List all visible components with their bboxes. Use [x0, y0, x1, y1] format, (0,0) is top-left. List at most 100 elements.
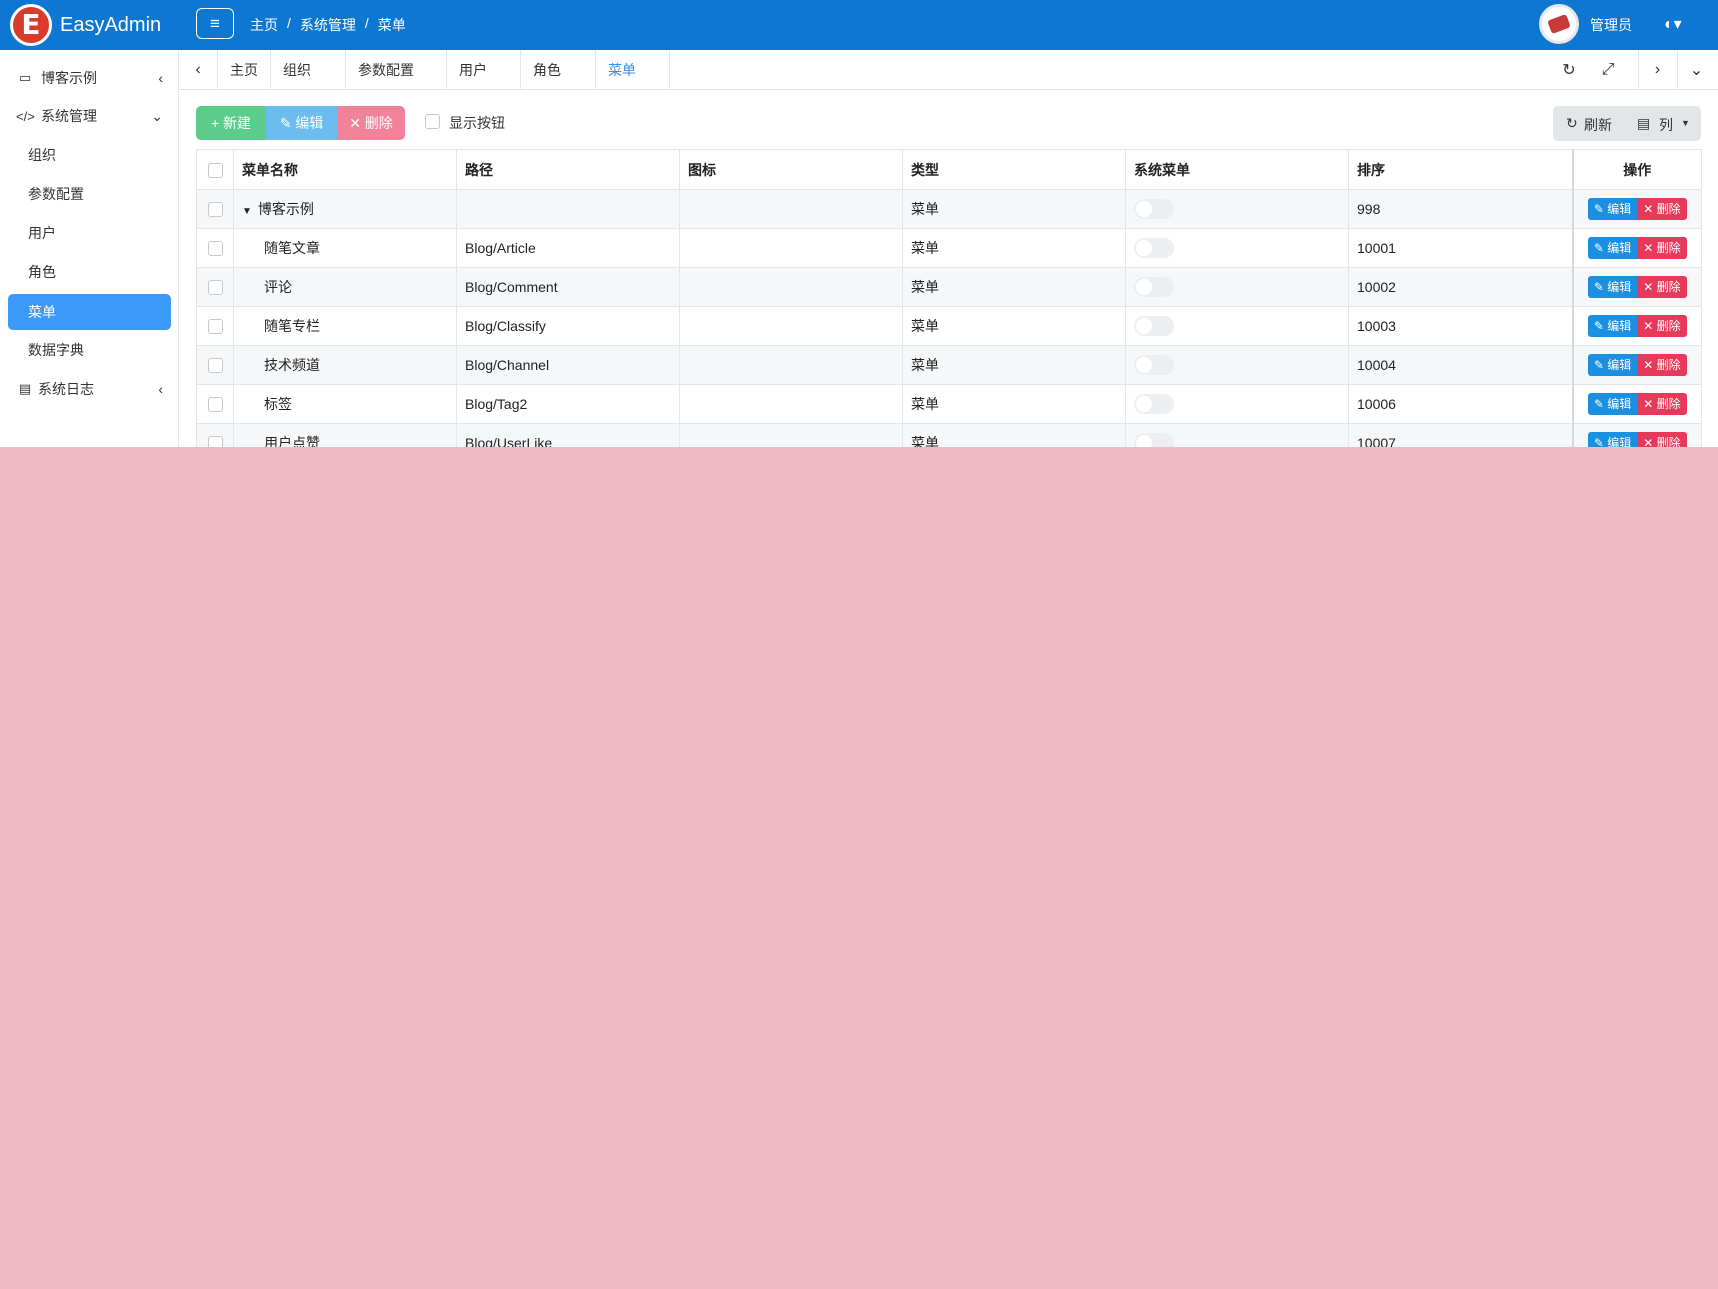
tab-menu[interactable]: 菜单: [596, 50, 670, 90]
breadcrumb-current: 菜单: [377, 17, 406, 33]
sidebar-item-params[interactable]: 参数配置: [0, 176, 179, 212]
col-header-name[interactable]: 菜单名称: [233, 149, 457, 190]
show-buttons-checkbox[interactable]: [425, 114, 440, 129]
row-edit-button[interactable]: ✎ 编辑: [1587, 393, 1638, 415]
tab-scroll-right-button[interactable]: ›: [1638, 50, 1676, 90]
table-header-row: 菜单名称 路径 图标 类型 系统菜单 排序 操作: [196, 149, 1702, 190]
delete-button[interactable]: ✕ 删除: [337, 106, 405, 140]
sidebar-item-dictionary[interactable]: 数据字典: [0, 332, 179, 368]
sidebar-item-logs[interactable]: ▤ 系统日志 ‹: [0, 371, 179, 407]
breadcrumb-home[interactable]: 主页: [250, 15, 278, 35]
fullscreen-button[interactable]: ⤢: [1589, 50, 1627, 90]
row-checkbox[interactable]: [207, 319, 223, 335]
row-checkbox[interactable]: [207, 358, 223, 374]
sidebar-item-menu[interactable]: 菜单: [8, 294, 171, 330]
row-delete-label: 删除: [1656, 319, 1681, 333]
system-menu-toggle[interactable]: [1134, 199, 1174, 219]
edit-button[interactable]: ✎ 编辑: [266, 106, 337, 140]
col-header-icon[interactable]: 图标: [679, 149, 903, 190]
row-select-cell: [196, 228, 234, 268]
username[interactable]: 管理员: [1590, 15, 1632, 35]
table-row: 技术频道 Blog/Channel 菜单 10004 ✎ 编辑 ✕ 删除: [196, 345, 1702, 385]
sidebar-item-label: 数据字典: [28, 342, 84, 358]
tab-scroll-left-button[interactable]: ‹: [179, 50, 217, 90]
row-delete-label: 删除: [1656, 280, 1681, 294]
tab-users[interactable]: 用户: [447, 50, 521, 90]
row-delete-button[interactable]: ✕ 删除: [1637, 315, 1687, 337]
row-edit-button[interactable]: ✎ 编辑: [1587, 354, 1638, 376]
columns-button[interactable]: 列: [1659, 115, 1673, 135]
refresh-button[interactable]: 刷新: [1584, 115, 1612, 135]
system-cell: [1125, 228, 1349, 268]
sidebar-item-blog-demo[interactable]: ▭ 博客示例 ‹: [0, 60, 179, 96]
refresh-tab-button[interactable]: ↻: [1550, 50, 1588, 90]
new-button[interactable]: + 新建: [196, 106, 266, 140]
row-edit-button[interactable]: ✎ 编辑: [1587, 315, 1638, 337]
icon-cell: [679, 306, 903, 346]
chevron-left-icon: ‹: [158, 381, 163, 397]
tab-home[interactable]: 主页: [217, 50, 271, 90]
menu-toggle-button[interactable]: ≡: [196, 8, 234, 39]
row-edit-button[interactable]: ✎ 编辑: [1587, 432, 1638, 447]
row-delete-label: 删除: [1656, 436, 1681, 447]
row-delete-button[interactable]: ✕ 删除: [1637, 432, 1687, 447]
sidebar-item-org[interactable]: 组织: [0, 137, 179, 173]
system-menu-toggle[interactable]: [1134, 394, 1174, 414]
row-checkbox[interactable]: [207, 202, 223, 218]
tab-label: 用户: [459, 62, 487, 78]
caret-down-icon[interactable]: ▼: [242, 206, 252, 217]
row-checkbox[interactable]: [207, 241, 223, 257]
actions-cell: ✎ 编辑 ✕ 删除: [1571, 306, 1702, 346]
avatar[interactable]: [1539, 4, 1579, 44]
row-select-cell: [196, 423, 234, 447]
sidebar-item-roles[interactable]: 角色: [0, 254, 179, 290]
theme-toggle-icon[interactable]: ◐▾: [1664, 14, 1682, 34]
tab-roles[interactable]: 角色: [521, 50, 596, 90]
actions-cell: ✎ 编辑 ✕ 删除: [1571, 228, 1702, 268]
system-menu-toggle[interactable]: [1134, 238, 1174, 258]
tab-menu-dropdown-button[interactable]: ⌄: [1677, 50, 1715, 90]
row-edit-button[interactable]: ✎ 编辑: [1587, 198, 1638, 220]
row-edit-button[interactable]: ✎ 编辑: [1587, 276, 1638, 298]
row-delete-button[interactable]: ✕ 删除: [1637, 237, 1687, 259]
edit-icon: ✎: [1593, 358, 1608, 372]
icon-cell: [679, 384, 903, 424]
chevron-left-icon: ‹: [158, 70, 163, 86]
system-menu-toggle[interactable]: [1134, 277, 1174, 297]
row-checkbox[interactable]: [207, 436, 223, 447]
row-delete-button[interactable]: ✕ 删除: [1637, 198, 1687, 220]
breadcrumb-system[interactable]: 系统管理: [300, 15, 356, 35]
tab-label: 参数配置: [358, 62, 414, 78]
tab-params[interactable]: 参数配置: [346, 50, 447, 90]
col-header-sort[interactable]: 排序: [1348, 149, 1573, 190]
actions-cell: ✎ 编辑 ✕ 删除: [1571, 189, 1702, 229]
refresh-icon: ↻: [1566, 115, 1578, 131]
row-delete-button[interactable]: ✕ 删除: [1637, 276, 1687, 298]
row-delete-button[interactable]: ✕ 删除: [1637, 354, 1687, 376]
row-checkbox[interactable]: [207, 397, 223, 413]
row-delete-button[interactable]: ✕ 删除: [1637, 393, 1687, 415]
col-header-path[interactable]: 路径: [456, 149, 680, 190]
sidebar-item-users[interactable]: 用户: [0, 215, 179, 251]
system-menu-toggle[interactable]: [1134, 433, 1174, 447]
system-menu-toggle[interactable]: [1134, 316, 1174, 336]
system-menu-toggle[interactable]: [1134, 355, 1174, 375]
row-delete-label: 删除: [1656, 241, 1681, 255]
tab-org[interactable]: 组织: [271, 50, 346, 90]
close-icon: ✕: [1643, 358, 1657, 372]
row-checkbox[interactable]: [207, 280, 223, 296]
columns-icon: ▤: [1637, 115, 1651, 131]
row-edit-button[interactable]: ✎ 编辑: [1587, 237, 1638, 259]
row-edit-label: 编辑: [1607, 358, 1632, 372]
sidebar-item-system[interactable]: </> 系统管理 ⌄: [0, 98, 179, 134]
sidebar-item-label: 组织: [28, 147, 56, 163]
col-header-type[interactable]: 类型: [902, 149, 1126, 190]
col-header-system[interactable]: 系统菜单: [1125, 149, 1349, 190]
name-cell: 随笔文章: [233, 228, 457, 268]
path-cell: Blog/UserLike: [456, 423, 680, 447]
sort-cell: 10003: [1348, 306, 1573, 346]
menu-name: 博客示例: [257, 201, 314, 217]
name-cell: 技术频道: [233, 345, 457, 385]
select-all-checkbox[interactable]: [207, 162, 223, 178]
icon-cell: [679, 189, 903, 229]
